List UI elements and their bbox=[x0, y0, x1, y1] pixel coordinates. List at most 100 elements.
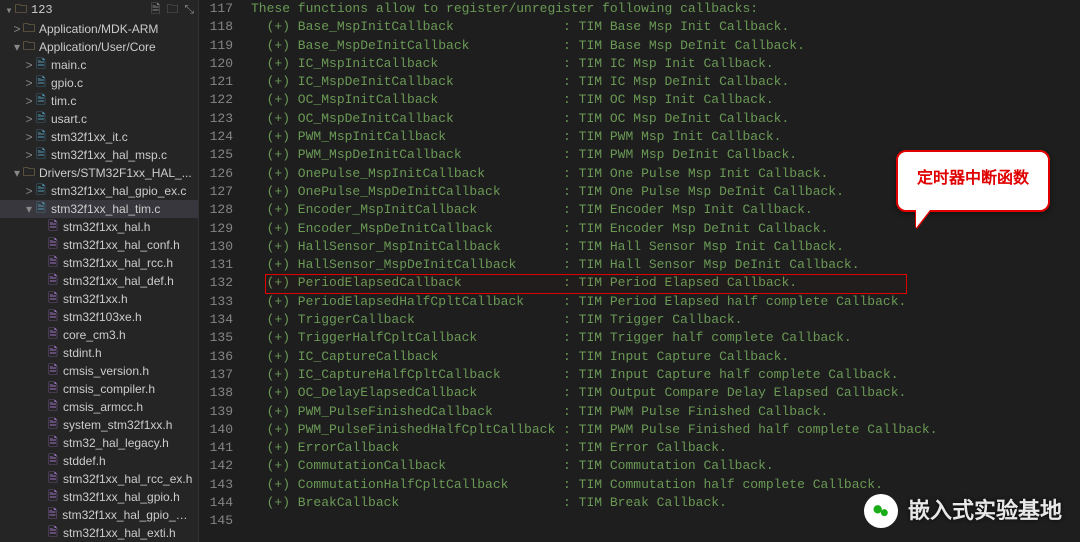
tree-item[interactable]: 🗎stddef.h bbox=[0, 452, 198, 470]
code-line[interactable]: (+) PWM_PulseFinishedHalfCpltCallback : … bbox=[251, 421, 1080, 439]
tree-item[interactable]: >🗎usart.c bbox=[0, 110, 198, 128]
twist-icon[interactable]: > bbox=[24, 184, 34, 198]
new-folder-icon[interactable]: 🗀 bbox=[166, 0, 178, 21]
collapse-icon[interactable]: ⤡ bbox=[184, 3, 194, 17]
code-editor[interactable]: 1171181191201211221231241251261271281291… bbox=[199, 0, 1080, 542]
code-line[interactable]: (+) IC_CaptureHalfCpltCallback : TIM Inp… bbox=[251, 366, 1080, 384]
code-line[interactable]: These functions allow to register/unregi… bbox=[251, 0, 1080, 18]
twist-icon[interactable]: > bbox=[24, 94, 34, 108]
file-name: stm32f1xx_hal_exti.h bbox=[63, 526, 176, 540]
tree-item[interactable]: 🗎stdint.h bbox=[0, 344, 198, 362]
code-line[interactable]: (+) PWM_MspInitCallback : TIM PWM Msp In… bbox=[251, 128, 1080, 146]
tree-item[interactable]: 🗎stm32f1xx.h bbox=[0, 290, 198, 308]
code-line[interactable]: (+) Base_MspInitCallback : TIM Base Msp … bbox=[251, 18, 1080, 36]
tree-item[interactable]: 🗎stm32f1xx_hal_def.h bbox=[0, 272, 198, 290]
code-line[interactable]: (+) CommutationCallback : TIM Commutatio… bbox=[251, 457, 1080, 475]
code-line[interactable]: (+) HallSensor_MspInitCallback : TIM Hal… bbox=[251, 238, 1080, 256]
twist-icon[interactable]: > bbox=[24, 112, 34, 126]
watermark-text: 嵌入式实验基地 bbox=[908, 502, 1062, 520]
code-line[interactable]: (+) OC_MspDeInitCallback : TIM OC Msp De… bbox=[251, 110, 1080, 128]
file-name: stm32f1xx_hal_rcc.h bbox=[63, 256, 173, 270]
tree-item[interactable]: 🗎cmsis_compiler.h bbox=[0, 380, 198, 398]
tree-item[interactable]: ▾🗀Application/User/Core bbox=[0, 38, 198, 56]
code-line[interactable]: (+) CommutationHalfCpltCallback : TIM Co… bbox=[251, 476, 1080, 494]
tree-item[interactable]: 🗎cmsis_armcc.h bbox=[0, 398, 198, 416]
tree-item[interactable]: >🗎stm32f1xx_hal_gpio_ex.c bbox=[0, 182, 198, 200]
root-twist-icon[interactable]: ▾ bbox=[4, 3, 14, 18]
code-line[interactable]: (+) PWM_PulseFinishedCallback : TIM PWM … bbox=[251, 403, 1080, 421]
tree-item[interactable]: ▾🗎stm32f1xx_hal_tim.c bbox=[0, 200, 198, 218]
code-line[interactable]: (+) OC_MspInitCallback : TIM OC Msp Init… bbox=[251, 91, 1080, 109]
file-name: stm32f1xx_hal_gpio.h bbox=[63, 490, 180, 504]
file-tree[interactable]: >🗀Application/MDK-ARM▾🗀Application/User/… bbox=[0, 20, 198, 542]
tree-item[interactable]: >🗎stm32f1xx_it.c bbox=[0, 128, 198, 146]
code-line[interactable]: (+) PeriodElapsedCallback : TIM Period E… bbox=[251, 274, 1080, 292]
tree-item[interactable]: 🗎core_cm3.h bbox=[0, 326, 198, 344]
file-name: tim.c bbox=[51, 94, 76, 108]
tree-item[interactable]: 🗎cmsis_version.h bbox=[0, 362, 198, 380]
tree-item[interactable]: 🗎system_stm32f1xx.h bbox=[0, 416, 198, 434]
code-line[interactable]: (+) HallSensor_MspDeInitCallback : TIM H… bbox=[251, 256, 1080, 274]
file-name: stm32f1xx_it.c bbox=[51, 130, 128, 144]
tree-item[interactable]: 🗎stm32f1xx_hal_rcc.h bbox=[0, 254, 198, 272]
line-number: 139 bbox=[199, 403, 233, 421]
file-name: stm32f1xx_hal.h bbox=[63, 220, 150, 234]
file-name: gpio.c bbox=[51, 76, 83, 90]
line-number: 136 bbox=[199, 348, 233, 366]
hfile-icon: 🗎 bbox=[46, 523, 60, 542]
code-line[interactable]: (+) ErrorCallback : TIM Error Callback. bbox=[251, 439, 1080, 457]
twist-icon[interactable]: ▾ bbox=[12, 40, 22, 54]
tree-item[interactable]: >🗎gpio.c bbox=[0, 74, 198, 92]
twist-icon[interactable]: > bbox=[24, 76, 34, 90]
tree-item[interactable]: 🗎stm32f1xx_hal_exti.h bbox=[0, 524, 198, 542]
code-line[interactable]: (+) PeriodElapsedHalfCpltCallback : TIM … bbox=[251, 293, 1080, 311]
tree-item[interactable]: >🗀Application/MDK-ARM bbox=[0, 20, 198, 38]
code-line[interactable]: (+) TriggerCallback : TIM Trigger Callba… bbox=[251, 311, 1080, 329]
twist-icon[interactable]: > bbox=[24, 130, 34, 144]
tree-item[interactable]: ▾🗀Drivers/STM32F1xx_HAL_... bbox=[0, 164, 198, 182]
file-name: stm32_hal_legacy.h bbox=[63, 436, 169, 450]
new-file-icon[interactable]: 🗎 bbox=[151, 0, 161, 21]
code-line[interactable]: (+) IC_MspInitCallback : TIM IC Msp Init… bbox=[251, 55, 1080, 73]
tree-item[interactable]: 🗎stm32f1xx_hal_conf.h bbox=[0, 236, 198, 254]
line-number: 119 bbox=[199, 37, 233, 55]
file-name: stm32f103xe.h bbox=[63, 310, 142, 324]
line-number: 130 bbox=[199, 238, 233, 256]
root-folder-name[interactable]: 123 bbox=[31, 3, 53, 17]
tree-item[interactable]: >🗎main.c bbox=[0, 56, 198, 74]
tree-item[interactable]: 🗎stm32_hal_legacy.h bbox=[0, 434, 198, 452]
tree-item[interactable]: 🗎stm32f1xx_hal_gpio_ex.h bbox=[0, 506, 198, 524]
callout-text: 定时器中断函数 bbox=[917, 170, 1029, 187]
code-line[interactable]: (+) TriggerHalfCpltCallback : TIM Trigge… bbox=[251, 329, 1080, 347]
file-name: stm32f1xx_hal_gpio_ex.h bbox=[62, 508, 194, 522]
line-number: 128 bbox=[199, 201, 233, 219]
line-number: 118 bbox=[199, 18, 233, 36]
tree-item[interactable]: 🗎stm32f1xx_hal_rcc_ex.h bbox=[0, 470, 198, 488]
twist-icon[interactable]: ▾ bbox=[24, 202, 34, 216]
file-name: Application/MDK-ARM bbox=[39, 22, 158, 36]
code-line[interactable]: (+) IC_MspDeInitCallback : TIM IC Msp De… bbox=[251, 73, 1080, 91]
cfile-icon: 🗎 bbox=[34, 145, 48, 166]
file-explorer[interactable]: ▾ 🗀 123 🗎 🗀 ⤡ >🗀Application/MDK-ARM▾🗀App… bbox=[0, 0, 199, 542]
line-number: 129 bbox=[199, 220, 233, 238]
code-line[interactable]: (+) Encoder_MspDeInitCallback : TIM Enco… bbox=[251, 220, 1080, 238]
code-line[interactable]: (+) Base_MspDeInitCallback : TIM Base Ms… bbox=[251, 37, 1080, 55]
file-name: cmsis_armcc.h bbox=[63, 400, 143, 414]
twist-icon[interactable]: > bbox=[24, 148, 34, 162]
line-number: 123 bbox=[199, 110, 233, 128]
tree-item[interactable]: 🗎stm32f1xx_hal_gpio.h bbox=[0, 488, 198, 506]
tree-item[interactable]: >🗎stm32f1xx_hal_msp.c bbox=[0, 146, 198, 164]
line-number: 133 bbox=[199, 293, 233, 311]
tree-item[interactable]: >🗎tim.c bbox=[0, 92, 198, 110]
twist-icon[interactable]: > bbox=[24, 58, 34, 72]
twist-icon[interactable]: ▾ bbox=[12, 166, 22, 180]
tree-item[interactable]: 🗎stm32f1xx_hal.h bbox=[0, 218, 198, 236]
code-line[interactable]: (+) IC_CaptureCallback : TIM Input Captu… bbox=[251, 348, 1080, 366]
code-line[interactable]: (+) OC_DelayElapsedCallback : TIM Output… bbox=[251, 384, 1080, 402]
tree-item[interactable]: 🗎stm32f103xe.h bbox=[0, 308, 198, 326]
code-content[interactable]: These functions allow to register/unregi… bbox=[247, 0, 1080, 542]
file-name: system_stm32f1xx.h bbox=[63, 418, 172, 432]
line-number: 125 bbox=[199, 146, 233, 164]
twist-icon[interactable]: > bbox=[12, 22, 22, 36]
line-number: 145 bbox=[199, 512, 233, 530]
